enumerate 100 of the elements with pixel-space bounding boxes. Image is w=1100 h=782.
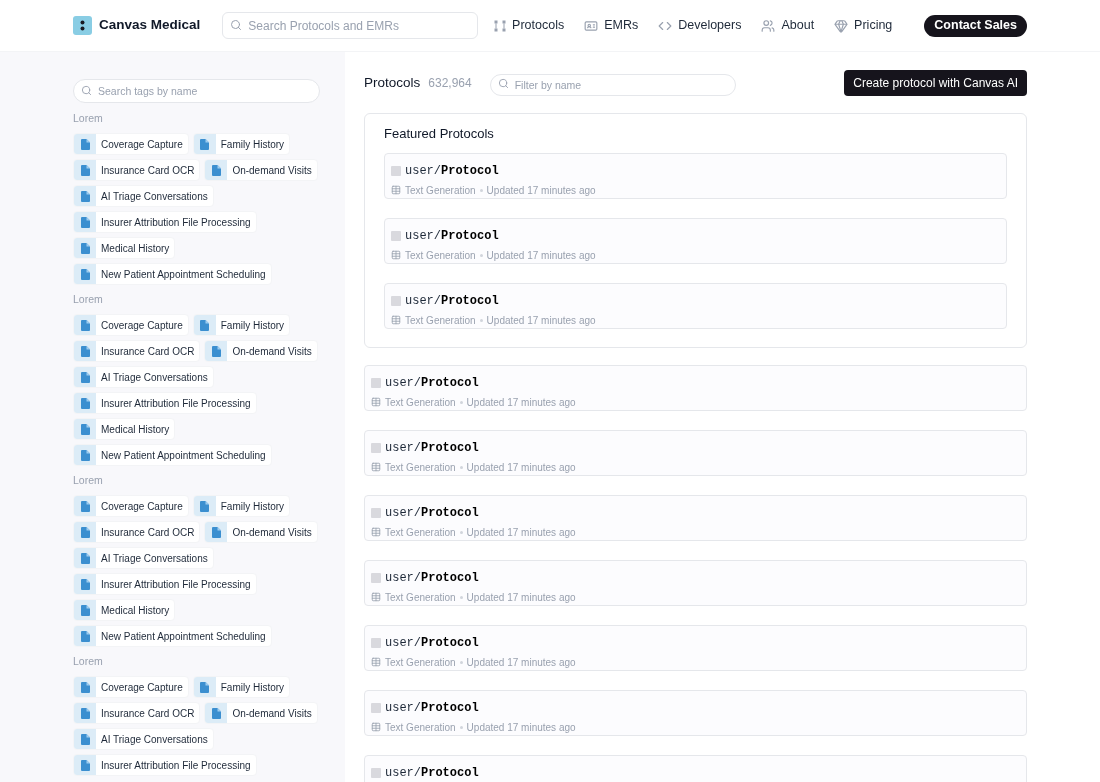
tag-chip[interactable]: Medical History [73, 237, 176, 259]
tag-chip[interactable]: AI Triage Conversations [73, 547, 214, 569]
group-heading: Lorem [73, 111, 104, 126]
table-icon [391, 250, 401, 260]
tag-chip[interactable]: On-demand Visits [204, 702, 318, 724]
logo-icon[interactable] [73, 16, 92, 35]
tag-chip[interactable]: Coverage Capture [73, 676, 189, 698]
protocol-category: Text Generation [405, 183, 476, 198]
protocol-category: Text Generation [405, 313, 476, 328]
tag-chip[interactable]: Insurance Card OCR [73, 521, 201, 543]
protocol-card[interactable]: user/Protocol [364, 754, 1027, 782]
users-icon [761, 18, 776, 33]
tag-label: New Patient Appointment Scheduling [100, 267, 267, 282]
id-card-icon [584, 18, 599, 33]
tag-chip[interactable]: On-demand Visits [204, 340, 318, 362]
document-icon [80, 423, 90, 435]
protocol-updated: Updated 17 minutes ago [486, 183, 596, 198]
protocol-card[interactable]: user/Protocol Text Generation Updated 17 minutes ago [364, 364, 1027, 411]
tag-chip[interactable]: Coverage Capture [73, 495, 189, 517]
tag-chip[interactable]: Insurance Card OCR [73, 702, 201, 724]
nav-link[interactable]: Protocols [494, 16, 565, 35]
tag-chip[interactable]: Medical History [73, 418, 176, 440]
protocol-category: Text Generation [385, 460, 456, 475]
group-heading: Lorem [73, 473, 104, 488]
avatar-placeholder [371, 442, 381, 453]
brand-name[interactable]: Canvas Medical [99, 15, 201, 36]
group-heading: Lorem [73, 292, 104, 307]
nav-link[interactable]: About [761, 16, 815, 35]
tag-chip[interactable]: On-demand Visits [204, 159, 318, 181]
tag-chip[interactable]: AI Triage Conversations [73, 185, 214, 207]
avatar-placeholder [391, 165, 401, 176]
protocol-updated: Updated 17 minutes ago [486, 313, 596, 328]
tag-chip[interactable]: New Patient Appointment Scheduling [73, 444, 272, 466]
avatar-placeholder [371, 637, 381, 648]
tag-chip[interactable]: Family History [192, 495, 291, 517]
protocol-card[interactable]: user/Protocol Text Generation Updated 17 minutes ago [364, 689, 1027, 736]
nav-link[interactable]: Pricing [834, 16, 893, 35]
tag-chip[interactable]: Coverage Capture [73, 133, 189, 155]
featured-heading: Featured Protocols [384, 125, 495, 143]
tag-chip[interactable]: New Patient Appointment Scheduling [73, 263, 272, 285]
tag-chip[interactable]: Family History [192, 314, 291, 336]
protocol-title: user/Protocol [385, 439, 479, 457]
tag-label: On-demand Visits [231, 706, 313, 721]
tag-chip[interactable]: On-demand Visits [204, 521, 318, 543]
tag-chip[interactable]: Family History [192, 676, 291, 698]
tag-label: On-demand Visits [231, 163, 313, 178]
tag-chip[interactable]: AI Triage Conversations [73, 728, 214, 750]
protocol-card[interactable]: user/Protocol Text Generation Updated 17 minutes ago [384, 282, 1007, 329]
table-icon [371, 462, 381, 472]
avatar-placeholder [391, 295, 401, 306]
tag-chip[interactable]: Insurance Card OCR [73, 159, 201, 181]
protocol-card[interactable]: user/Protocol Text Generation Updated 17 minutes ago [384, 217, 1007, 264]
tag-label: Coverage Capture [100, 318, 184, 333]
document-icon [80, 707, 90, 719]
tag-label: Medical History [100, 422, 171, 437]
tag-chip[interactable]: Insurer Attribution File Processing [73, 392, 257, 414]
tag-chip[interactable]: AI Triage Conversations [73, 366, 214, 388]
tag-label: On-demand Visits [231, 525, 313, 540]
protocol-card[interactable]: user/Protocol Text Generation Updated 17 minutes ago [364, 494, 1027, 541]
document-icon [211, 526, 221, 538]
search-icon [497, 77, 509, 89]
document-icon [80, 604, 90, 616]
tag-chip[interactable]: Insurer Attribution File Processing [73, 573, 257, 595]
tag-chip[interactable]: Family History [192, 133, 291, 155]
tag-chip[interactable]: Medical History [73, 599, 176, 621]
protocol-title: user/Protocol [385, 569, 479, 587]
document-icon [80, 319, 90, 331]
create-protocol-button[interactable]: Create protocol with Canvas AI [844, 70, 1027, 96]
document-icon [211, 345, 221, 357]
contact-sales-button[interactable]: Contact Sales [924, 14, 1027, 37]
document-icon [80, 681, 90, 693]
protocol-card[interactable]: user/Protocol Text Generation Updated 17 minutes ago [364, 429, 1027, 476]
protocol-title: user/Protocol [405, 227, 499, 245]
tag-chip[interactable]: Insurer Attribution File Processing [73, 211, 257, 233]
tag-label: AI Triage Conversations [100, 732, 209, 747]
protocol-title: user/Protocol [385, 634, 479, 652]
document-icon [80, 268, 90, 280]
tag-chip[interactable]: Insurance Card OCR [73, 340, 201, 362]
page-title: Protocols [364, 73, 421, 92]
tag-label: Family History [219, 680, 286, 695]
avatar-placeholder [371, 377, 381, 388]
protocol-card[interactable]: user/Protocol Text Generation Updated 17 minutes ago [384, 152, 1007, 199]
tag-label: New Patient Appointment Scheduling [100, 448, 267, 463]
tag-label: Family History [219, 137, 286, 152]
tag-chip[interactable]: Coverage Capture [73, 314, 189, 336]
document-icon [80, 397, 90, 409]
tag-chip[interactable]: New Patient Appointment Scheduling [73, 625, 272, 647]
table-icon [371, 527, 381, 537]
nav-link[interactable]: EMRs [584, 16, 639, 35]
protocol-title: user/Protocol [385, 504, 479, 522]
search-field[interactable]: Search Protocols and EMRs [222, 12, 479, 39]
tag-chip[interactable]: Insurer Attribution File Processing [73, 754, 257, 776]
protocol-card[interactable]: user/Protocol Text Generation Updated 17 minutes ago [364, 559, 1027, 606]
protocol-card[interactable]: user/Protocol Text Generation Updated 17 minutes ago [364, 624, 1027, 671]
filter-field[interactable]: Filter by name [489, 74, 736, 96]
protocol-updated: Updated 17 minutes ago [466, 525, 576, 540]
nav-link[interactable]: Developers [658, 16, 742, 35]
document-icon [200, 138, 210, 150]
tag-search-field[interactable]: Search tags by name [73, 79, 320, 103]
document-icon [80, 759, 90, 771]
